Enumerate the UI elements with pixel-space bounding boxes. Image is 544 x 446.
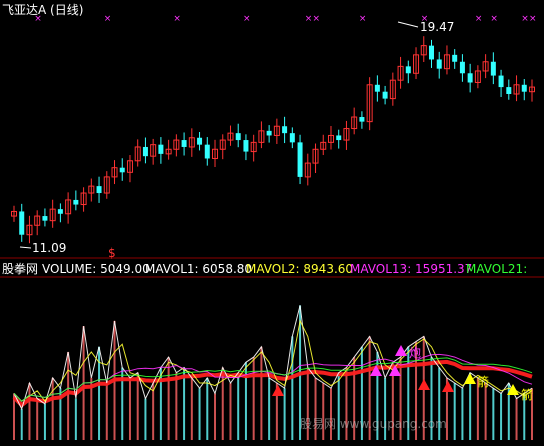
- pao-signal-label: 炮: [409, 346, 421, 360]
- candlestick-series: [11, 36, 535, 244]
- signal-marker: ×: [243, 14, 251, 24]
- candle-body: [73, 199, 79, 205]
- candle-body: [336, 135, 342, 141]
- indicator-header: 股拳网 VOLUME: 5049.00 MAVOL1: 6058.80 MAVO…: [2, 261, 527, 276]
- jian-triangle-1: [464, 373, 476, 384]
- signal-marker: ×: [359, 14, 367, 24]
- signal-marker: ×: [490, 14, 498, 24]
- signal-marker: ×: [173, 14, 181, 24]
- candle-body: [490, 61, 496, 76]
- stock-chart-window: × × × × × × × × × × × × 飞亚达A (日线) 19.47 11.09 $ 股拳网…: [0, 0, 544, 446]
- chart-title: 飞亚达A (日线): [2, 3, 83, 17]
- jian-signal-label-1: 箭: [477, 374, 489, 389]
- candle-body: [42, 216, 48, 221]
- candle-body: [382, 91, 388, 99]
- mavol2-value: MAVOL2: 8943.60: [246, 262, 353, 276]
- red-triangle-2: [442, 381, 454, 392]
- candle-body: [405, 66, 411, 74]
- candle-body: [235, 133, 241, 141]
- candle-body: [436, 59, 442, 69]
- candle-body: [467, 73, 473, 83]
- candle-body: [498, 75, 504, 88]
- candle-body: [266, 130, 272, 136]
- watermark: 股易网 www.gupang.com: [300, 417, 447, 431]
- signal-marker: ×: [475, 14, 483, 24]
- dollar-marker: $: [108, 246, 116, 260]
- signal-marker: ×: [529, 14, 537, 24]
- mavol13-value: MAVOL13: 15951.37: [350, 262, 472, 276]
- candle-body: [282, 126, 288, 134]
- candle-body: [243, 140, 249, 152]
- candle-body: [297, 142, 303, 177]
- signal-marker: ×: [305, 14, 313, 24]
- signal-marker-row: × × × × × × × × × × × ×: [34, 14, 536, 24]
- red-triangle-1: [418, 379, 430, 390]
- high-price-label: 19.47: [420, 20, 454, 34]
- low-price-pointer: [19, 246, 32, 249]
- candle-body: [359, 117, 365, 122]
- indicator-source: 股拳网: [2, 261, 38, 276]
- signal-marker: ×: [521, 14, 529, 24]
- signal-marker: ×: [104, 14, 112, 24]
- candle-body: [204, 144, 210, 159]
- candle-body: [521, 84, 527, 92]
- candle-body: [506, 87, 512, 94]
- candle-body: [459, 61, 465, 74]
- chart-canvas: × × × × × × × × × × × × 飞亚达A (日线) 19.47 11.09 $ 股拳网…: [0, 3, 544, 440]
- candle-body: [96, 186, 102, 194]
- candle-body: [197, 137, 203, 145]
- candle-body: [158, 144, 164, 154]
- high-price-pointer: [397, 21, 419, 28]
- candle-body: [57, 209, 63, 214]
- signal-marker: ×: [313, 14, 321, 24]
- candle-body: [142, 146, 148, 157]
- candle-body: [374, 84, 380, 92]
- candle-body: [428, 45, 434, 60]
- candle-body: [452, 54, 458, 62]
- mavol21-value: MAVOL21:: [466, 262, 527, 276]
- volume-value: VOLUME: 5049.00: [42, 262, 150, 276]
- candle-body: [181, 140, 187, 147]
- mavol1-value: MAVOL1: 6058.80: [145, 262, 252, 276]
- low-price-label: 11.09: [32, 241, 66, 255]
- candle-body: [289, 133, 295, 143]
- candle-body: [19, 211, 25, 235]
- candle-body: [119, 167, 125, 173]
- jian-signal-label-2: 箭: [521, 387, 533, 402]
